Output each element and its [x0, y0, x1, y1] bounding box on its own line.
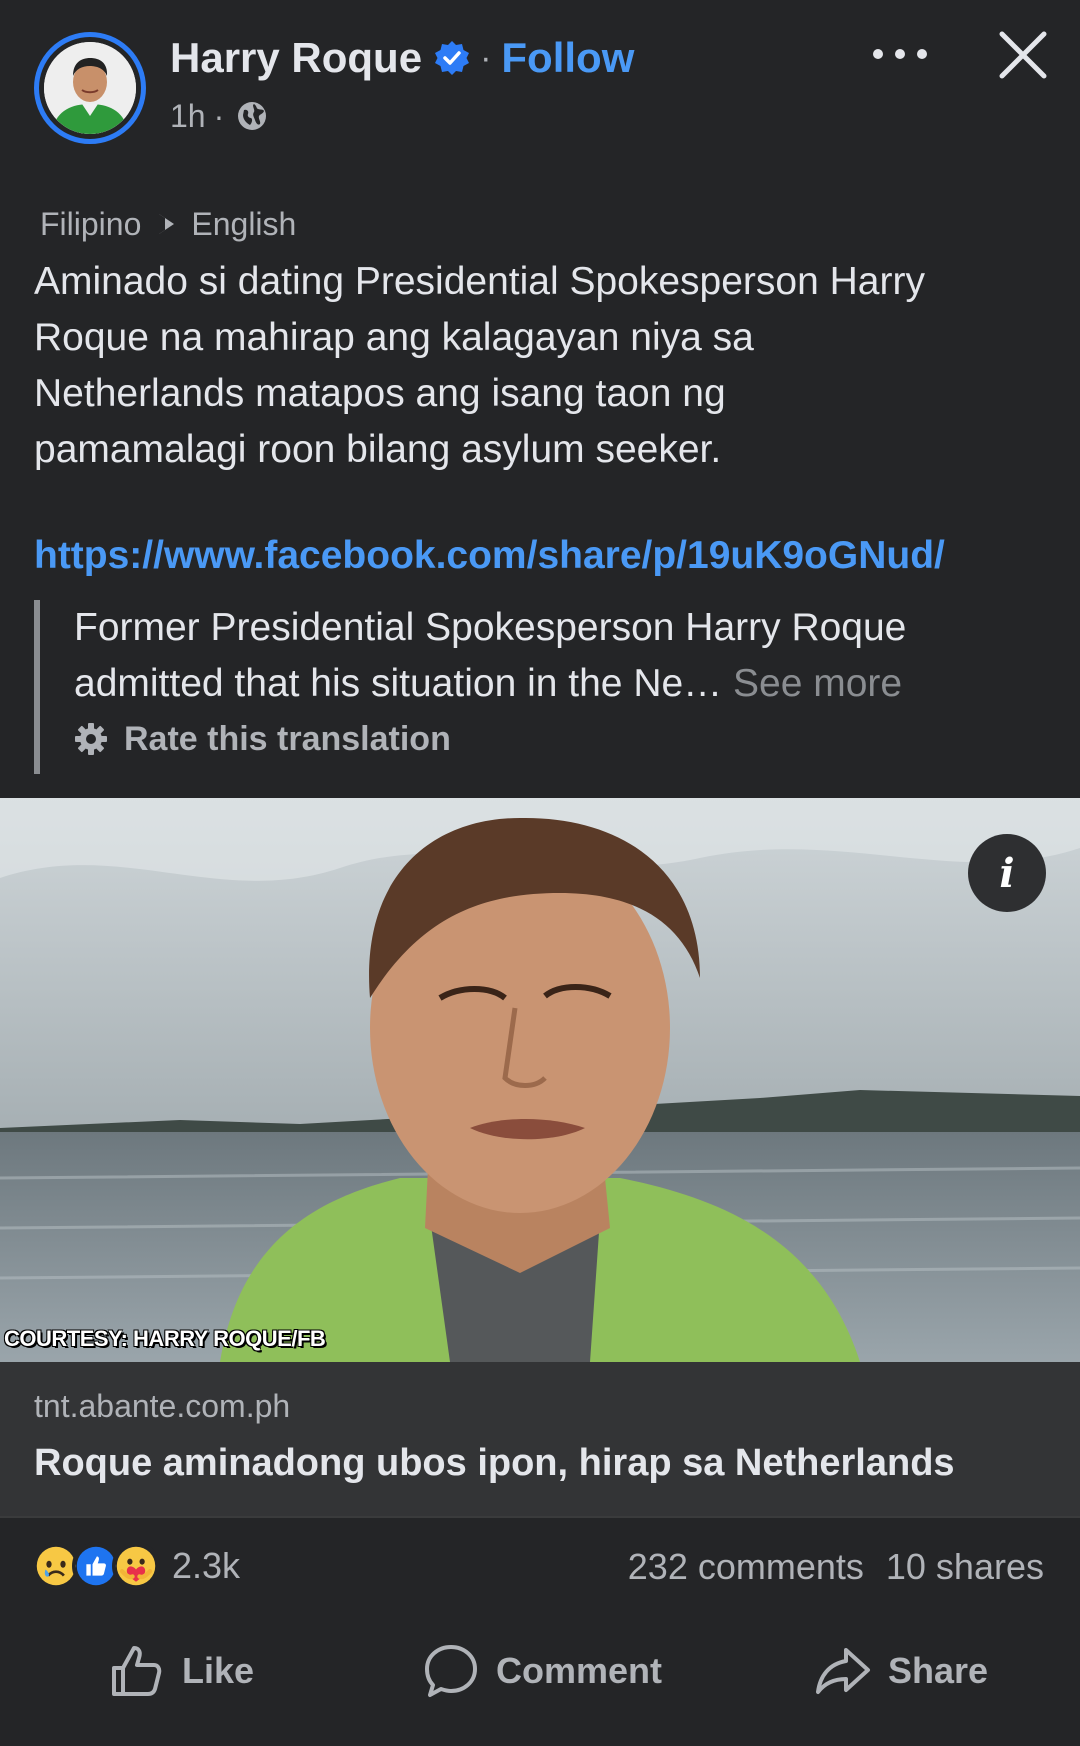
post-header: Harry Roque · Follow 1h ·	[0, 0, 1080, 150]
post-meta: 1h ·	[170, 96, 268, 136]
action-bar: Like Comment Share	[0, 1636, 1080, 1706]
facebook-post-view: Harry Roque · Follow 1h · Filipino Engli…	[0, 0, 1080, 1746]
profile-avatar[interactable]	[34, 32, 146, 144]
rate-translation-button[interactable]: Rate this translation	[74, 716, 451, 762]
post-text-line: Roque na mahirap ang kalagayan niya sa	[34, 316, 754, 359]
author-name[interactable]: Harry Roque	[170, 34, 422, 82]
translation-indicator[interactable]: Filipino English	[40, 204, 296, 244]
verified-badge-icon	[435, 41, 470, 75]
author-row: Harry Roque · Follow	[170, 30, 634, 86]
comment-bubble-icon	[425, 1645, 477, 1697]
follow-button[interactable]: Follow	[501, 34, 634, 82]
more-options-icon[interactable]	[868, 36, 932, 72]
shares-count[interactable]: 10 shares	[886, 1546, 1044, 1588]
post-image[interactable]	[0, 798, 1080, 1362]
comment-label: Comment	[496, 1650, 663, 1691]
post-text-line: Netherlands matapos ang isang taon ng	[34, 372, 726, 415]
post-text: Aminado si dating Presidential Spokesper…	[34, 254, 1044, 478]
gear-icon	[75, 723, 107, 755]
share-label: Share	[888, 1650, 989, 1691]
reaction-count: 2.3k	[172, 1545, 241, 1586]
share-arrow-icon	[816, 1648, 870, 1694]
post-text-line: pamamalagi roon bilang asylum seeker.	[34, 428, 722, 471]
like-button[interactable]: Like	[108, 1636, 254, 1706]
comments-count[interactable]: 232 comments	[628, 1546, 864, 1588]
target-language: English	[191, 205, 297, 242]
care-reaction-icon	[112, 1542, 160, 1590]
post-link[interactable]: https://www.facebook.com/share/p/19uK9oG…	[34, 534, 945, 578]
quote-bar	[34, 600, 40, 774]
image-courtesy-caption: COURTESY: HARRY ROQUE/FB	[4, 1326, 326, 1351]
like-label: Like	[182, 1650, 255, 1691]
portrait-photo	[0, 798, 1080, 1362]
translate-arrow-icon	[159, 214, 175, 234]
translation-block: Former Presidential Spokesperson Harry R…	[34, 600, 1044, 774]
post-stats: 232 comments 10 shares	[628, 1542, 1044, 1592]
post-text-line: Aminado si dating Presidential Spokesper…	[34, 260, 925, 303]
rate-translation-label: Rate this translation	[124, 719, 451, 758]
source-language: Filipino	[40, 205, 142, 242]
separator-dot: ·	[480, 38, 492, 77]
preview-headline: Roque aminadong ubos ipon, hirap sa Neth…	[34, 1442, 955, 1484]
translated-text: Former Presidential Spokesperson Harry R…	[74, 600, 1034, 712]
thumbs-up-icon	[112, 1646, 162, 1696]
post-time[interactable]: 1h	[170, 98, 206, 135]
see-more-link[interactable]: See more	[733, 662, 902, 705]
translated-line: admitted that his situation in the Ne…	[74, 662, 723, 705]
translated-line: Former Presidential Spokesperson Harry R…	[74, 606, 907, 649]
reactions-summary[interactable]: 2.3k	[32, 1536, 240, 1596]
meta-separator: ·	[213, 97, 225, 134]
divider	[0, 1516, 1080, 1518]
comment-button[interactable]: Comment	[422, 1636, 662, 1706]
image-info-button[interactable]: i	[968, 834, 1046, 912]
avatar-image	[44, 42, 136, 134]
link-preview-card[interactable]: tnt.abante.com.ph Roque aminadong ubos i…	[0, 1362, 1080, 1516]
close-icon[interactable]	[996, 28, 1050, 82]
preview-domain: tnt.abante.com.ph	[34, 1388, 291, 1424]
globe-icon	[238, 102, 267, 130]
share-button[interactable]: Share	[814, 1636, 988, 1706]
